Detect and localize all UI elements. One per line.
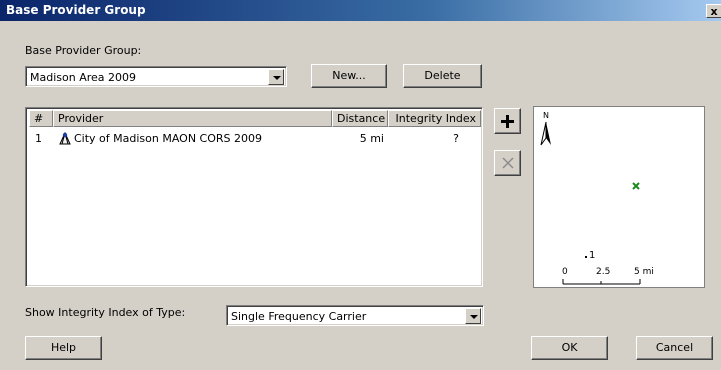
integrity-type-value: Single Frequency Carrier <box>231 310 367 323</box>
integrity-type-label: Show Integrity Index of Type: <box>25 306 186 319</box>
survey-station-icon <box>59 132 71 145</box>
plus-icon <box>501 115 514 128</box>
north-arrow-icon <box>540 121 551 146</box>
x-icon <box>502 157 514 169</box>
provider-marker-icon[interactable] <box>632 182 640 190</box>
delete-button[interactable]: Delete <box>403 64 482 88</box>
row-provider: City of Madison MAON CORS 2009 <box>74 132 263 145</box>
row-number: 1 <box>35 132 42 145</box>
title-bar[interactable]: Base Provider Group x <box>0 0 721 21</box>
base-provider-group-label: Base Provider Group: <box>25 44 142 57</box>
delete-button-label: Delete <box>424 69 461 82</box>
row-distance: 5 mi <box>359 132 384 145</box>
remove-provider-button[interactable] <box>494 150 521 176</box>
chevron-down-icon[interactable] <box>268 69 284 85</box>
dialog-window: Base Provider Group x Base Provider Grou… <box>0 0 721 370</box>
north-label: N <box>543 111 549 120</box>
scale-bar <box>562 279 641 285</box>
column-header-provider[interactable]: Provider <box>53 110 332 127</box>
help-button[interactable]: Help <box>25 336 102 360</box>
column-header-integrity-index[interactable]: Integrity Index <box>388 110 481 127</box>
ok-button[interactable]: OK <box>531 336 608 360</box>
column-header-number[interactable]: # <box>29 110 53 127</box>
cancel-button-label: Cancel <box>655 341 694 354</box>
add-provider-button[interactable] <box>494 108 521 134</box>
scale-label-2-5: 2.5 <box>596 267 611 277</box>
provider-map[interactable]: N 1 0 2.5 5 mi <box>533 106 705 288</box>
scale-label-0: 0 <box>562 267 568 277</box>
close-button[interactable]: x <box>706 4 721 18</box>
point-label: 1 <box>589 250 596 261</box>
provider-table[interactable]: # Provider Distance Integrity Index 1 Ci… <box>25 107 483 287</box>
new-button[interactable]: New... <box>311 64 387 88</box>
point-dot <box>585 256 587 258</box>
new-button-label: New... <box>332 69 366 82</box>
help-button-label: Help <box>50 341 77 354</box>
row-integrity-index: ? <box>453 132 459 145</box>
cancel-button[interactable]: Cancel <box>636 336 713 360</box>
integrity-type-select[interactable]: Single Frequency Carrier <box>226 305 484 326</box>
scale-label-5-mi: 5 mi <box>634 267 654 277</box>
base-provider-group-select[interactable]: Madison Area 2009 <box>25 66 287 87</box>
ok-button-label: OK <box>561 341 578 354</box>
window-title: Base Provider Group <box>6 3 146 17</box>
chevron-down-icon[interactable] <box>465 308 481 324</box>
column-header-distance[interactable]: Distance <box>332 110 388 127</box>
base-provider-group-value: Madison Area 2009 <box>30 71 137 84</box>
